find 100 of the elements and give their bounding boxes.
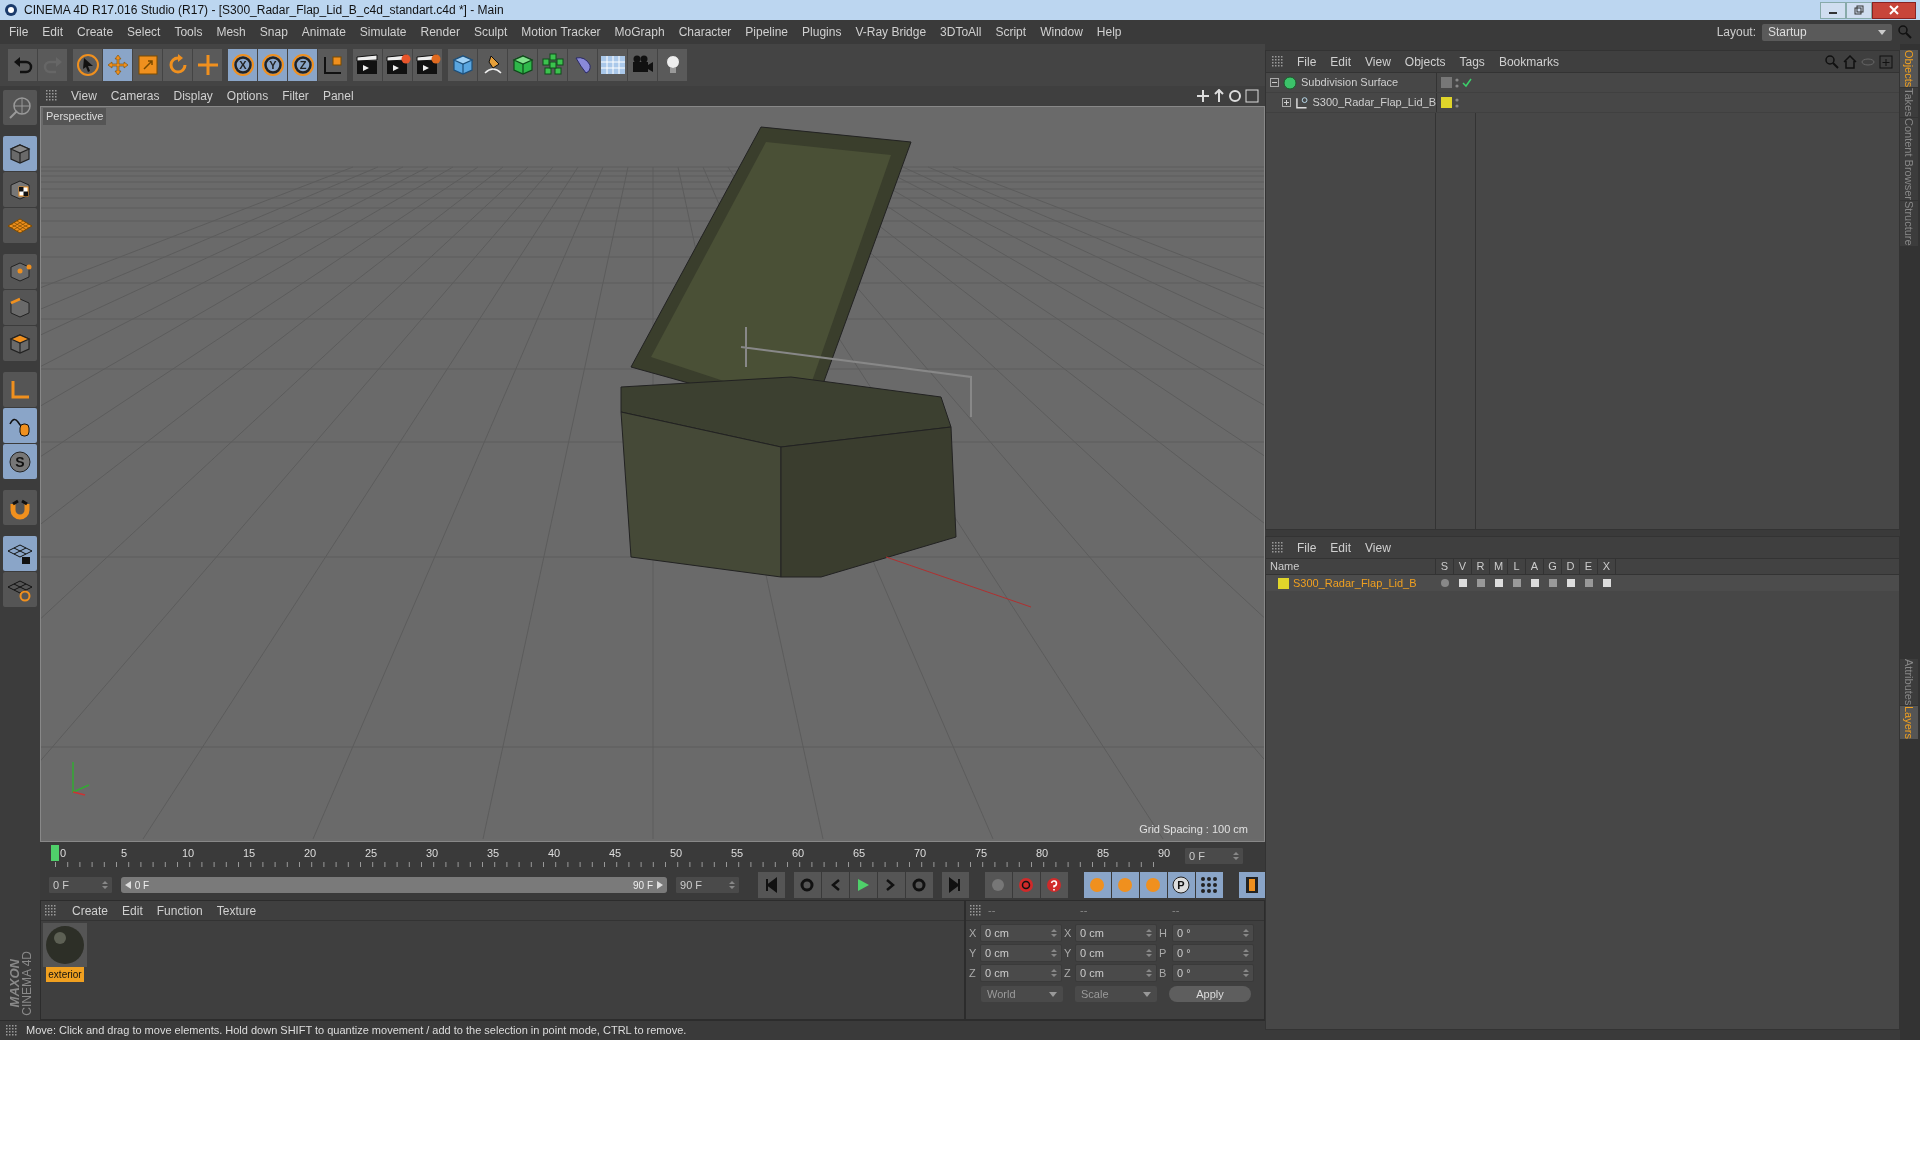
menu-item[interactable]: Animate <box>294 23 353 41</box>
texture-mode-icon[interactable] <box>3 172 37 207</box>
menu-item[interactable]: Pipeline <box>738 23 796 41</box>
spinner-arrows-icon[interactable] <box>1051 928 1057 938</box>
help-icon[interactable] <box>1040 872 1068 898</box>
axis-lock-button[interactable]: Z <box>288 49 317 81</box>
subdivision-icon[interactable] <box>508 49 537 81</box>
end-frame-field[interactable]: 90 F <box>675 876 740 894</box>
maximize-button[interactable] <box>1846 1 1872 19</box>
scale-field[interactable]: 0 cm <box>1075 964 1157 982</box>
menu-item[interactable]: Render <box>413 23 467 41</box>
material-menu-item[interactable]: Function <box>149 901 210 920</box>
grid-refresh-icon[interactable] <box>3 572 37 607</box>
render-settings-icon[interactable] <box>413 49 442 81</box>
right-handle-icon[interactable] <box>657 881 663 889</box>
viewport-navigation-icon[interactable] <box>1197 89 1259 103</box>
viewport-menu-item[interactable]: Filter <box>275 87 316 105</box>
menu-item[interactable]: Edit <box>35 23 71 41</box>
material-menu-item[interactable]: Texture <box>209 901 264 920</box>
rotation-field[interactable]: 0 ° <box>1172 944 1254 962</box>
scale-key-icon[interactable] <box>1111 872 1139 898</box>
menu-item[interactable]: 3DToAll <box>933 23 989 41</box>
array-icon[interactable] <box>538 49 567 81</box>
spinner-arrows-icon[interactable] <box>1146 968 1152 978</box>
left-handle-icon[interactable] <box>124 881 131 889</box>
viewport-label[interactable]: Perspective <box>43 108 107 125</box>
rotation-field[interactable]: 0 ° <box>1172 924 1254 942</box>
scale-field[interactable]: 0 cm <box>1075 944 1157 962</box>
position-field[interactable]: 0 cm <box>980 924 1062 942</box>
spinner-arrows-icon[interactable] <box>101 880 108 890</box>
side-tab[interactable]: Layers <box>1900 705 1918 740</box>
point-level-icon[interactable] <box>1195 872 1223 898</box>
rotate-key-icon[interactable] <box>1139 872 1167 898</box>
spinner-arrows-icon[interactable] <box>1051 948 1057 958</box>
material-sphere-icon[interactable] <box>43 923 87 967</box>
layers-menu-item[interactable]: View <box>1358 538 1398 557</box>
layer-color-swatch[interactable] <box>1441 97 1452 108</box>
viewport-menu-item[interactable]: View <box>64 87 104 105</box>
menu-item[interactable]: Mesh <box>209 23 253 41</box>
objects-menu-item[interactable]: Edit <box>1323 52 1359 71</box>
snap-s-icon[interactable]: S <box>3 444 37 479</box>
spinner-arrows-icon[interactable] <box>1233 851 1239 861</box>
locked-grid-icon[interactable] <box>3 536 37 571</box>
apply-button[interactable]: Apply <box>1169 986 1251 1002</box>
render-view-icon[interactable] <box>353 49 382 81</box>
spinner-arrows-icon[interactable] <box>1243 928 1249 938</box>
side-tab[interactable]: Objects <box>1900 50 1918 89</box>
start-frame-field[interactable]: 0 F <box>48 876 113 894</box>
menu-item[interactable]: Simulate <box>352 23 414 41</box>
column-header[interactable]: G <box>1544 558 1562 575</box>
column-header[interactable]: Name <box>1266 558 1436 575</box>
undo-icon[interactable] <box>8 49 37 81</box>
points-mode-icon[interactable] <box>3 254 37 289</box>
previous-key-icon[interactable] <box>793 872 821 898</box>
cube-icon[interactable] <box>448 49 477 81</box>
viewport-menu-item[interactable]: Panel <box>315 87 361 105</box>
menu-item[interactable]: Motion Tracker <box>514 23 608 41</box>
viewport-menu-item[interactable]: Display <box>166 87 220 105</box>
go-to-end-icon[interactable] <box>941 872 969 898</box>
spinner-arrows-icon[interactable] <box>1051 968 1057 978</box>
minimize-button[interactable] <box>1820 1 1846 19</box>
home-icon[interactable] <box>1843 54 1857 69</box>
object-name[interactable]: Subdivision Surface <box>1301 74 1399 91</box>
column-header[interactable]: S <box>1436 558 1454 575</box>
tweak-mouse-icon[interactable] <box>3 408 37 443</box>
menu-item[interactable]: Script <box>988 23 1034 41</box>
search-icon[interactable] <box>1825 54 1839 69</box>
column-header[interactable]: R <box>1472 558 1490 575</box>
spinner-arrows-icon[interactable] <box>1243 968 1249 978</box>
material-name[interactable]: exterior <box>46 967 84 982</box>
coordinate-system-icon[interactable] <box>318 49 347 81</box>
collapse-icon[interactable] <box>1270 78 1279 87</box>
step-forward-icon[interactable] <box>877 872 905 898</box>
objects-menu-item[interactable]: Bookmarks <box>1491 52 1566 71</box>
render-picture-viewer-icon[interactable] <box>383 49 412 81</box>
solo-icon[interactable] <box>1440 578 1450 588</box>
material-menu-item[interactable]: Create <box>65 901 116 920</box>
spinner-arrows-icon[interactable] <box>1146 928 1152 938</box>
column-header[interactable]: L <box>1508 558 1526 575</box>
rotation-field[interactable]: 0 ° <box>1172 964 1254 982</box>
camera-icon[interactable] <box>628 49 657 81</box>
frame-range-slider[interactable]: 0 F 90 F <box>120 877 667 893</box>
move-key-icon[interactable] <box>1083 872 1111 898</box>
parameter-key-icon[interactable]: P <box>1167 872 1195 898</box>
objects-menu-item[interactable]: Tags <box>1452 52 1492 71</box>
column-header[interactable]: D <box>1562 558 1580 575</box>
menu-item[interactable]: Sculpt <box>466 23 515 41</box>
spinner-arrows-icon[interactable] <box>1243 948 1249 958</box>
menu-item[interactable]: Help <box>1089 23 1129 41</box>
menu-item[interactable]: Create <box>70 23 121 41</box>
object-name[interactable]: S300_Radar_Flap_Lid_B <box>1312 94 1436 111</box>
globe-icon[interactable] <box>3 90 37 125</box>
layers-menu-item[interactable]: Edit <box>1323 538 1359 557</box>
close-button[interactable] <box>1872 1 1916 19</box>
menu-item[interactable]: V-Ray Bridge <box>848 23 934 41</box>
objects-menu-item[interactable]: View <box>1358 52 1398 71</box>
viewport-menu-item[interactable]: Cameras <box>103 87 167 105</box>
pen-icon[interactable] <box>478 49 507 81</box>
layer-color-swatch[interactable] <box>1278 577 1289 589</box>
menu-item[interactable]: Tools <box>167 23 210 41</box>
